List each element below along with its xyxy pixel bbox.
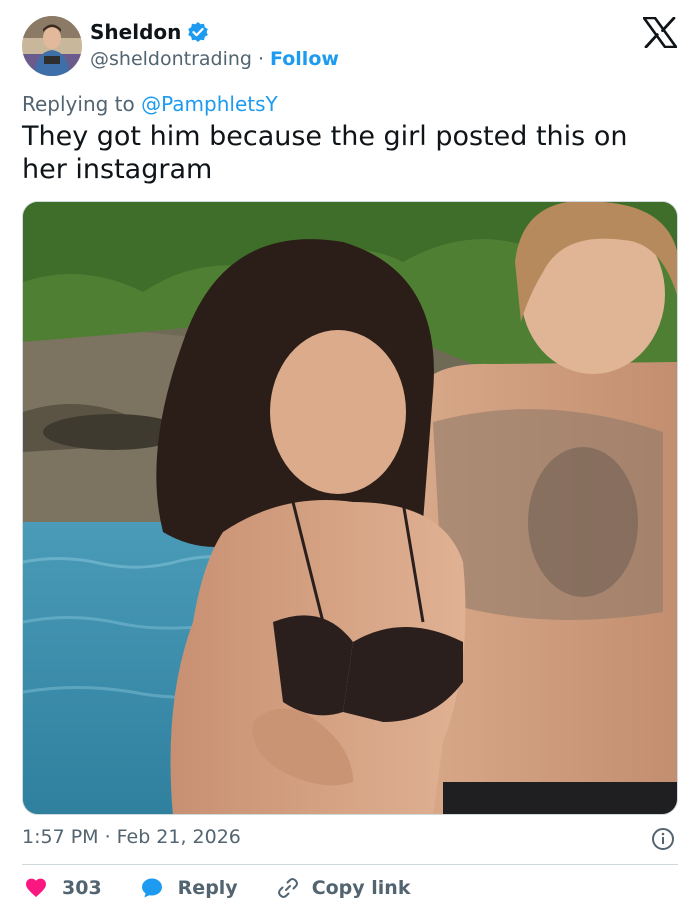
tweet-date: Feb 21, 2026 xyxy=(116,826,241,848)
replying-prefix: Replying to xyxy=(22,92,135,116)
heart-icon xyxy=(24,876,48,900)
info-icon[interactable] xyxy=(651,827,675,851)
avatar[interactable] xyxy=(22,16,82,76)
separator-dot: · xyxy=(257,48,265,70)
reply-mention-link[interactable]: @PamphletsY xyxy=(141,92,278,116)
tweet-card: Sheldon @sheldontrading · Follow Replyin… xyxy=(0,0,700,918)
verified-badge-icon xyxy=(187,21,209,43)
author-handle[interactable]: @sheldontrading xyxy=(90,48,252,70)
divider xyxy=(22,864,678,865)
tweet-time: 1:57 PM xyxy=(22,826,99,848)
author-name-row: Sheldon xyxy=(90,20,209,44)
reply-label: Reply xyxy=(177,877,238,899)
replying-to-line: Replying to @PamphletsY xyxy=(22,92,278,116)
avatar-image xyxy=(22,16,82,76)
like-button[interactable]: 303 xyxy=(24,876,102,900)
link-icon xyxy=(276,876,300,900)
tweet-timestamp[interactable]: 1:57 PM · Feb 21, 2026 xyxy=(22,826,241,848)
action-bar: 303 Reply Copy link xyxy=(24,876,448,900)
copy-link-label: Copy link xyxy=(311,877,411,899)
follow-button[interactable]: Follow xyxy=(270,48,339,70)
tweet-text: They got him because the girl posted thi… xyxy=(22,121,628,185)
copy-link-button[interactable]: Copy link xyxy=(276,876,411,900)
x-logo-icon[interactable] xyxy=(642,16,678,49)
like-count: 303 xyxy=(62,877,102,899)
author-handle-row: @sheldontrading · Follow xyxy=(90,48,339,70)
separator-dot: · xyxy=(104,826,111,848)
beach-photo-image xyxy=(23,202,677,814)
author-name[interactable]: Sheldon xyxy=(90,20,181,44)
speech-bubble-icon xyxy=(140,876,164,900)
tweet-photo[interactable] xyxy=(22,201,678,815)
reply-button[interactable]: Reply xyxy=(140,876,238,900)
